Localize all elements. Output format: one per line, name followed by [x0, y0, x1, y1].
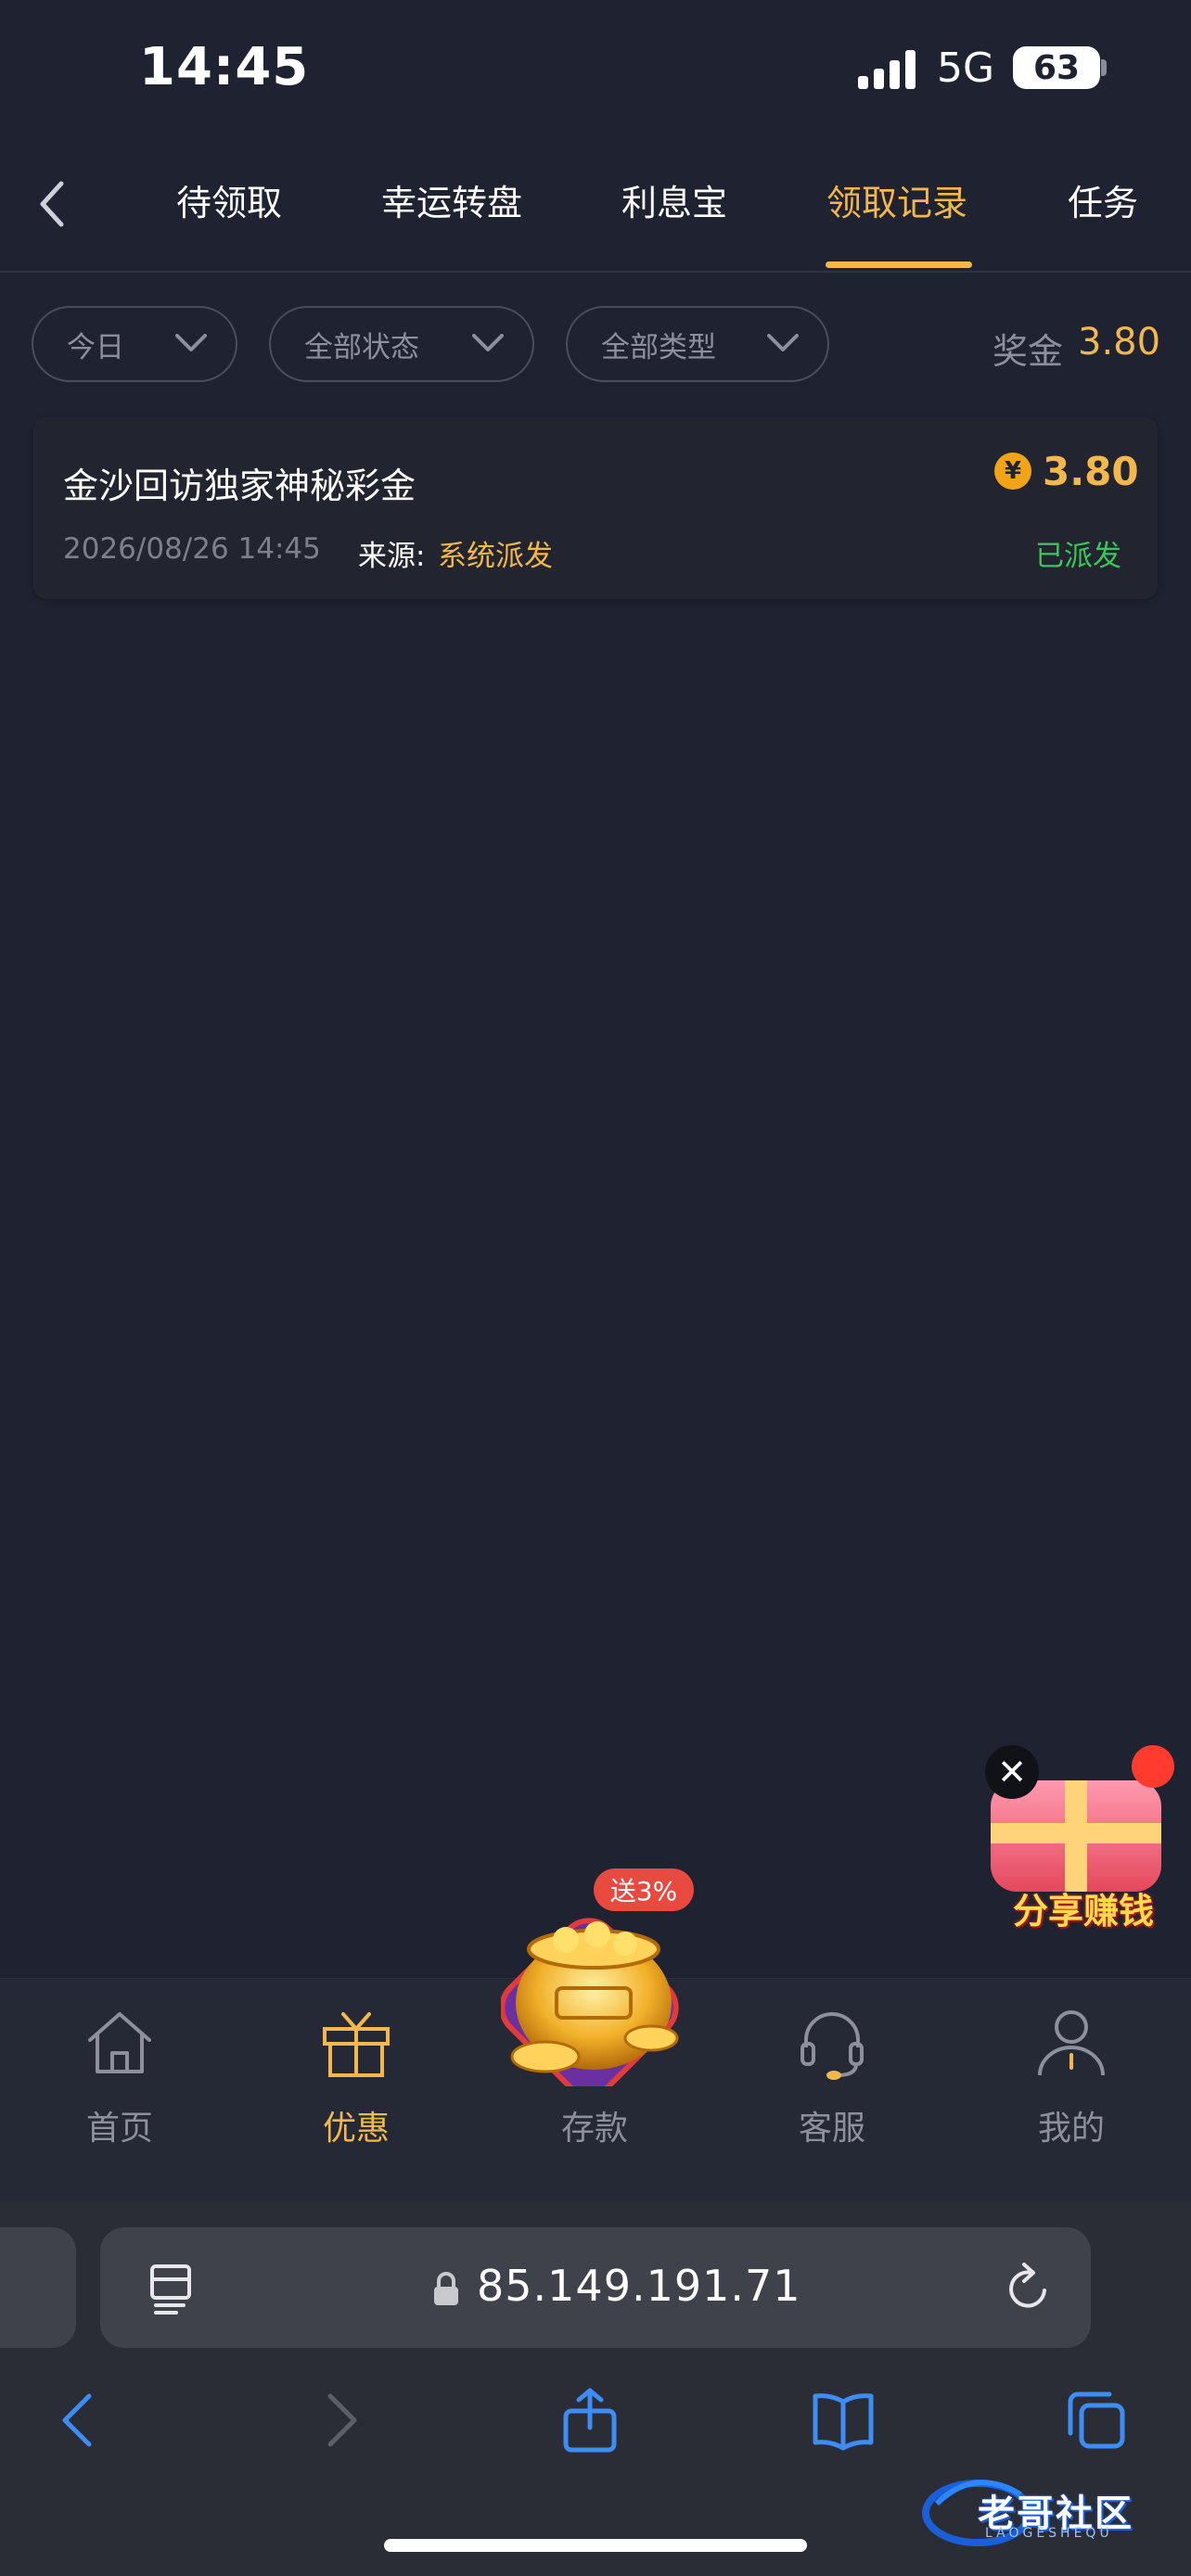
pot-icon[interactable] — [501, 1892, 690, 2086]
status-filter[interactable]: 全部状态 — [269, 306, 534, 382]
bookmarks-icon[interactable] — [810, 2387, 877, 2454]
gift-icon[interactable] — [317, 2003, 395, 2081]
notification-dot — [1132, 1745, 1174, 1788]
browser-forward-icon[interactable] — [306, 2387, 373, 2454]
reader-icon[interactable] — [147, 2263, 195, 2315]
record-amount: 3.80 — [1043, 449, 1139, 494]
nav-deposit-label[interactable]: 存款 — [520, 2101, 669, 2149]
network-type: 5G — [937, 45, 995, 92]
chevron-down-icon — [472, 334, 504, 351]
bonus-total: 3.80 — [1078, 321, 1161, 363]
headset-icon[interactable] — [793, 2003, 871, 2081]
status-filter-label: 全部状态 — [304, 330, 419, 364]
type-filter-label: 全部类型 — [601, 330, 716, 364]
previous-tab-preview[interactable] — [0, 2227, 76, 2348]
coin-icon: ¥ — [994, 453, 1031, 490]
record-card[interactable] — [33, 417, 1158, 599]
nav-home-label[interactable]: 首页 — [45, 2101, 194, 2149]
record-time: 2026/08/26 14:45 — [63, 532, 321, 566]
close-icon[interactable]: ✕ — [985, 1745, 1039, 1799]
chevron-down-icon — [175, 334, 207, 351]
battery-indicator: 63 — [1013, 46, 1100, 89]
home-icon[interactable] — [81, 2003, 159, 2081]
share-icon[interactable] — [557, 2387, 623, 2454]
tab-lucky-wheel[interactable]: 幸运转盘 — [381, 174, 522, 225]
deposit-bonus-badge: 送3% — [594, 1868, 694, 1911]
url-text[interactable]: 85.149.191.71 — [477, 2261, 801, 2311]
tabs-icon[interactable] — [1063, 2387, 1130, 2454]
battery-tip — [1101, 59, 1107, 76]
bonus-label: 奖金 — [992, 331, 1064, 372]
watermark-subtext: LAOGESHEQU — [985, 2526, 1113, 2541]
active-tab-indicator — [826, 261, 972, 268]
lock-icon — [434, 2272, 458, 2305]
signal-icon — [858, 50, 916, 89]
nav-service-label[interactable]: 客服 — [758, 2101, 906, 2149]
reload-icon[interactable] — [1004, 2261, 1054, 2315]
share-earn-label: 分享赚钱 — [1012, 1891, 1154, 1932]
gift-ribbon — [991, 1823, 1161, 1843]
user-icon[interactable] — [1032, 2003, 1110, 2081]
nav-profile-label[interactable]: 我的 — [997, 2101, 1146, 2149]
status-time: 14:45 — [139, 37, 310, 97]
record-source: 系统派发 — [438, 540, 553, 573]
tab-pending[interactable]: 待领取 — [176, 174, 282, 225]
type-filter[interactable]: 全部类型 — [566, 306, 829, 382]
tab-tasks[interactable]: 任务 — [1068, 174, 1138, 225]
date-filter-label: 今日 — [67, 330, 124, 364]
record-title: 金沙回访独家神秘彩金 — [63, 465, 416, 506]
back-icon[interactable] — [33, 176, 70, 232]
tab-claim-records[interactable]: 领取记录 — [826, 174, 967, 225]
home-indicator — [384, 2539, 807, 2552]
date-filter[interactable]: 今日 — [32, 306, 237, 382]
record-source-label: 来源: — [358, 540, 426, 573]
nav-promo-label[interactable]: 优惠 — [282, 2101, 430, 2149]
tab-interest[interactable]: 利息宝 — [621, 174, 727, 225]
chevron-down-icon — [767, 334, 799, 351]
browser-back-icon[interactable] — [46, 2387, 113, 2454]
record-status: 已派发 — [1035, 540, 1121, 573]
